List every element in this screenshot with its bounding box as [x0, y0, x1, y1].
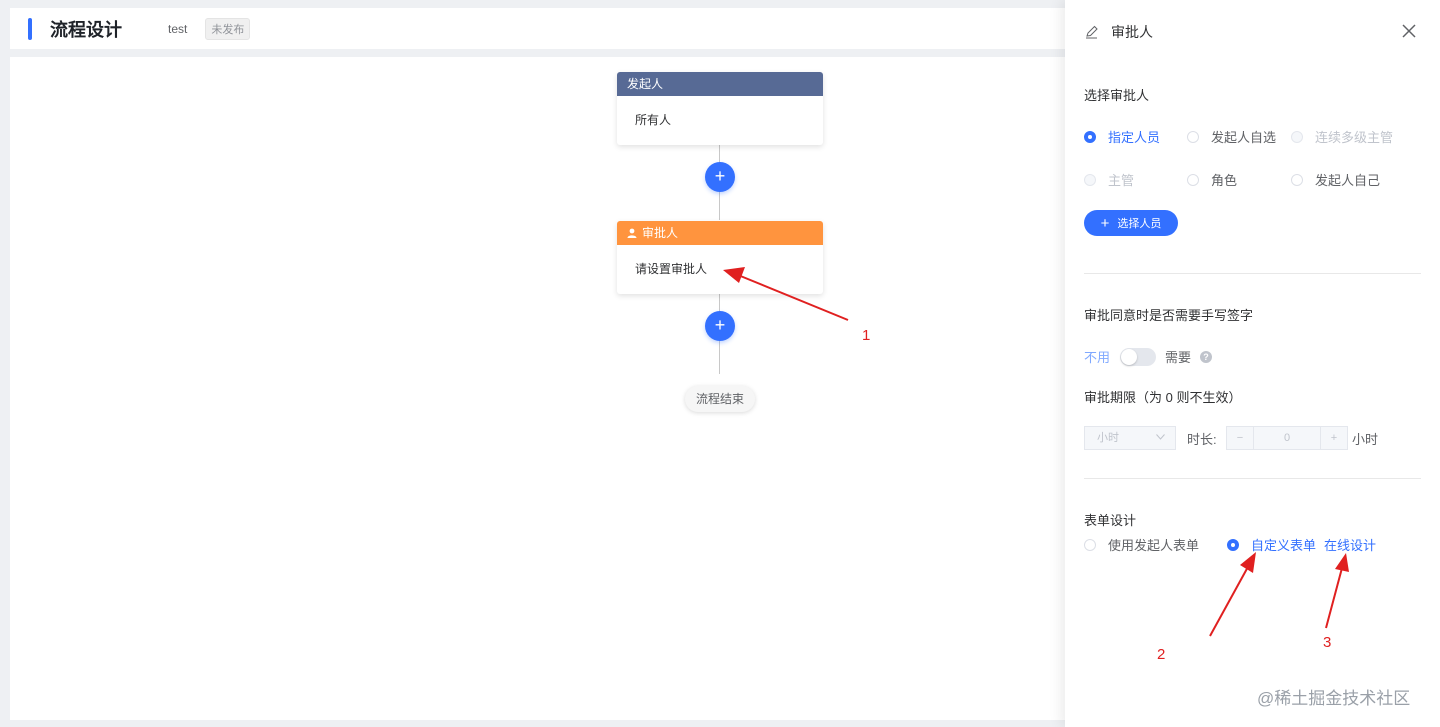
unit-select-value: 小时: [1097, 432, 1119, 444]
radio-dot: [1291, 130, 1303, 143]
approver-drawer: 审批人 选择审批人 指定人员 发起人自选 连续多级主管 主管 角色 发起人自己 …: [1065, 0, 1440, 727]
user-icon: [627, 228, 637, 238]
drawer-header: 审批人: [1085, 22, 1153, 42]
duration-label: 时长:: [1187, 432, 1217, 447]
process-name: test: [168, 21, 188, 36]
divider: [1084, 273, 1421, 274]
start-node-title: 发起人: [627, 77, 664, 91]
approve-node[interactable]: 审批人 请设置审批人: [617, 221, 823, 294]
switch-off-text: 不用: [1084, 350, 1111, 365]
approve-node-body: 请设置审批人: [635, 262, 708, 276]
flow-canvas: 发起人 所有人 + 审批人 请设置审批人 + 流程结束: [10, 57, 1090, 720]
radio-label: 连续多级主管: [1315, 130, 1394, 145]
radio-multi-level-supervisor[interactable]: 连续多级主管: [1291, 127, 1393, 146]
close-icon[interactable]: [1400, 22, 1418, 40]
radio-custom-form[interactable]: 自定义表单: [1227, 535, 1316, 554]
radio-label: 发起人自选: [1211, 130, 1277, 145]
add-node-button[interactable]: +: [705, 311, 735, 341]
radio-designated-person[interactable]: 指定人员: [1084, 127, 1160, 146]
help-icon[interactable]: ?: [1200, 350, 1213, 363]
start-node[interactable]: 发起人 所有人: [617, 72, 823, 145]
divider: [1084, 478, 1421, 479]
radio-role[interactable]: 角色: [1187, 170, 1237, 189]
plus-icon: +: [1100, 214, 1110, 232]
radio-initiator-form[interactable]: 使用发起人表单: [1084, 535, 1199, 554]
page-title: 流程设计: [50, 19, 122, 40]
radio-dot: [1227, 538, 1239, 551]
radio-dot: [1084, 130, 1096, 143]
radio-dot: [1291, 173, 1303, 186]
signature-switch-row: 不用 需要 ?: [1084, 347, 1213, 366]
radio-dot: [1084, 538, 1096, 551]
radio-label: 主管: [1108, 173, 1135, 188]
start-node-body: 所有人: [635, 113, 672, 127]
duration-value[interactable]: 0: [1254, 427, 1320, 449]
drawer-title: 审批人: [1111, 24, 1153, 40]
radio-dot: [1187, 173, 1199, 186]
annotation-label: 3: [1323, 634, 1332, 651]
start-node-header: 发起人: [617, 72, 823, 96]
approver-section-label: 选择审批人: [1084, 88, 1150, 103]
radio-label: 指定人员: [1108, 130, 1161, 145]
chevron-down-icon: [1156, 434, 1165, 440]
switch-on-text: 需要: [1165, 350, 1192, 365]
select-person-label: 选择人员: [1117, 218, 1162, 230]
form-design-label: 表单设计: [1084, 513, 1137, 528]
radio-supervisor[interactable]: 主管: [1084, 170, 1134, 189]
radio-dot: [1187, 130, 1199, 143]
edit-icon[interactable]: [1085, 25, 1099, 39]
title-accent-bar: [28, 17, 32, 40]
radio-initiator-select[interactable]: 发起人自选: [1187, 127, 1276, 146]
radio-label: 自定义表单: [1251, 538, 1317, 553]
approve-node-title: 审批人: [642, 226, 679, 240]
duration-stepper[interactable]: − 0 +: [1226, 426, 1348, 450]
select-person-button[interactable]: + 选择人员: [1084, 210, 1178, 236]
end-node: 流程结束: [685, 386, 755, 412]
radio-label: 角色: [1211, 173, 1238, 188]
radio-dot: [1084, 173, 1096, 186]
signature-toggle[interactable]: [1120, 347, 1157, 366]
status-badge: 未发布: [205, 17, 251, 40]
deadline-unit-select[interactable]: 小时: [1084, 426, 1176, 450]
annotation-label: 2: [1157, 646, 1166, 663]
approve-node-header: 审批人: [617, 221, 823, 245]
radio-label: 发起人自己: [1315, 173, 1381, 188]
signature-label: 审批同意时是否需要手写签字: [1084, 308, 1254, 323]
online-design-link[interactable]: 在线设计: [1324, 535, 1376, 554]
increment-button[interactable]: +: [1320, 427, 1347, 449]
add-node-button[interactable]: +: [705, 162, 735, 192]
header: 流程设计 test 未发布: [10, 8, 1090, 49]
duration-unit-suffix: 小时: [1352, 432, 1379, 447]
watermark: @稀土掘金技术社区: [1257, 689, 1411, 708]
radio-initiator-self[interactable]: 发起人自己: [1291, 170, 1380, 189]
annotation-label: 1: [862, 327, 871, 344]
deadline-label: 审批期限（为 0 则不生效）: [1084, 390, 1242, 405]
radio-label: 使用发起人表单: [1108, 538, 1200, 553]
decrement-button[interactable]: −: [1227, 427, 1254, 449]
